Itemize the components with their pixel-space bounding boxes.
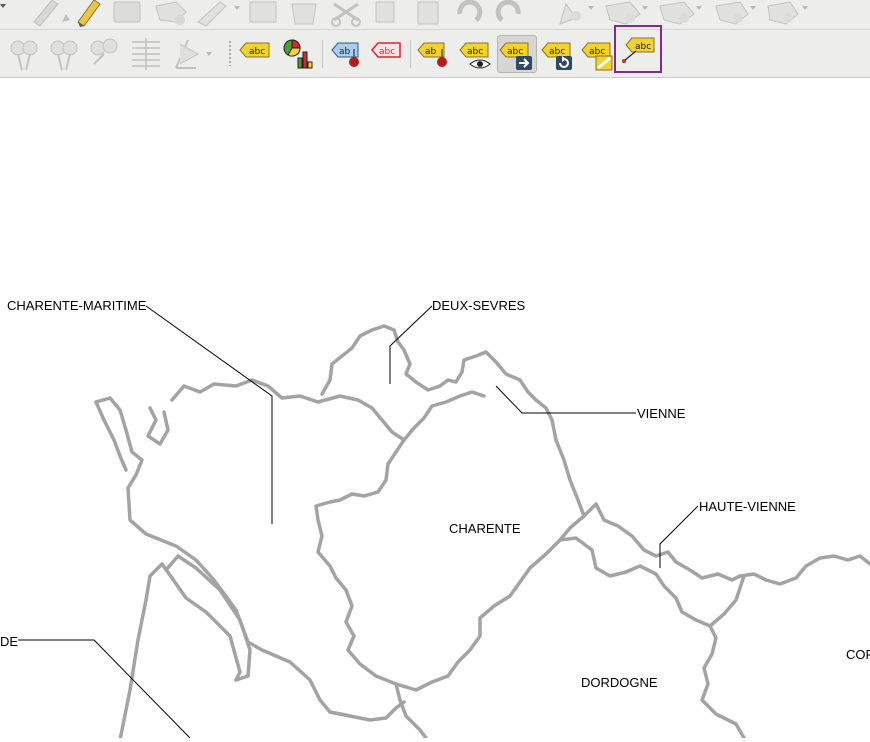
highlight-pinned-text: abc <box>379 47 395 57</box>
charente-border <box>314 418 586 692</box>
pin-icon <box>10 40 38 71</box>
dropdown-arrow-icon[interactable] <box>0 4 6 8</box>
arrow-right-icon <box>516 56 532 70</box>
rotate-label-button[interactable] <box>128 36 164 72</box>
fill-ring-icon[interactable] <box>715 1 749 25</box>
save-edits-icon[interactable] <box>113 1 141 23</box>
move-callout-button[interactable]: abc <box>614 25 662 73</box>
eye-icon <box>469 59 491 69</box>
label-tool-text: abc <box>249 47 265 57</box>
toggle-editing-icon[interactable] <box>33 0 70 27</box>
move-label-button[interactable] <box>86 36 122 72</box>
undo-icon[interactable] <box>457 0 483 22</box>
toolbar-separator <box>410 40 411 68</box>
label-vienne[interactable]: VIENNE <box>637 406 685 421</box>
label-charente-maritime[interactable]: CHARENTE-MARITIME <box>7 298 146 313</box>
redo-icon[interactable] <box>495 0 521 22</box>
digitizing-toolbar <box>0 0 870 30</box>
label-correze[interactable]: COR <box>846 647 870 662</box>
move-label-text: abc <box>507 47 523 57</box>
label-dordogne[interactable]: DORDOGNE <box>581 675 658 690</box>
pin-label-button[interactable]: ab <box>416 36 452 72</box>
toolbar-grip[interactable] <box>228 40 232 66</box>
diagram-tool-button[interactable] <box>280 36 316 72</box>
add-ring-icon[interactable] <box>605 1 641 25</box>
callout-haute-vienne <box>659 505 699 568</box>
paste-icon[interactable] <box>417 1 439 25</box>
pin-label-text: ab <box>425 47 437 57</box>
pin-unpin-text: ab <box>339 47 351 57</box>
move-callout-text: abc <box>635 42 651 52</box>
callout-line-icon <box>622 50 637 63</box>
show-hide-label-button[interactable]: abc <box>458 36 494 72</box>
label-charente[interactable]: CHARENTE <box>449 521 521 536</box>
current-edits-icon[interactable] <box>77 0 101 27</box>
edit-properties-icon <box>595 55 613 71</box>
callout-vienne <box>495 385 636 414</box>
pin-unpin-labels-button[interactable]: ab <box>330 36 366 72</box>
red-pin-icon <box>437 57 447 67</box>
rotate-label-tool-button[interactable]: abc <box>540 36 576 72</box>
department-borders <box>18 305 870 742</box>
dordogne-border <box>558 536 746 740</box>
show-hide-labels-button[interactable] <box>46 36 82 72</box>
show-hide-label-text: abc <box>467 47 483 57</box>
diagram-icon <box>283 39 313 69</box>
delete-ring-icon[interactable] <box>767 1 799 25</box>
digitize-icon[interactable] <box>197 1 227 27</box>
copy-icon[interactable] <box>375 1 395 23</box>
callout-deux-sevres <box>389 305 433 384</box>
rotate-arrow-icon <box>556 56 572 70</box>
label-haute-vienne[interactable]: HAUTE-VIENNE <box>699 499 796 514</box>
change-label-properties-button[interactable]: abc <box>580 36 616 72</box>
change-label-button[interactable] <box>170 36 212 72</box>
label-gironde[interactable]: DE <box>0 634 18 649</box>
callout-gironde <box>18 639 191 739</box>
red-pin-icon <box>349 57 359 67</box>
rotate-icon <box>132 38 160 70</box>
callout-lines <box>18 305 699 739</box>
move-icon <box>90 38 118 65</box>
show-hide-icon <box>50 40 78 71</box>
toolbar-separator <box>322 40 323 68</box>
change-icon <box>175 39 212 69</box>
highlight-pinned-labels-button[interactable]: abc <box>370 36 406 72</box>
label-tool-button[interactable]: abc <box>238 36 274 72</box>
rotate-label-text: abc <box>549 47 565 57</box>
label-deux-sevres[interactable]: DEUX-SEVRES <box>432 298 525 313</box>
delete-icon[interactable] <box>291 3 317 25</box>
add-part-icon[interactable] <box>659 1 695 25</box>
pin-labels-button[interactable] <box>6 36 42 72</box>
move-label-tool-button[interactable]: abc <box>497 35 537 73</box>
modify-attributes-icon[interactable] <box>249 1 277 23</box>
map-canvas[interactable]: CHARENTE-MARITIME DEUX-SEVRES VIENNE HAU… <box>0 78 870 742</box>
